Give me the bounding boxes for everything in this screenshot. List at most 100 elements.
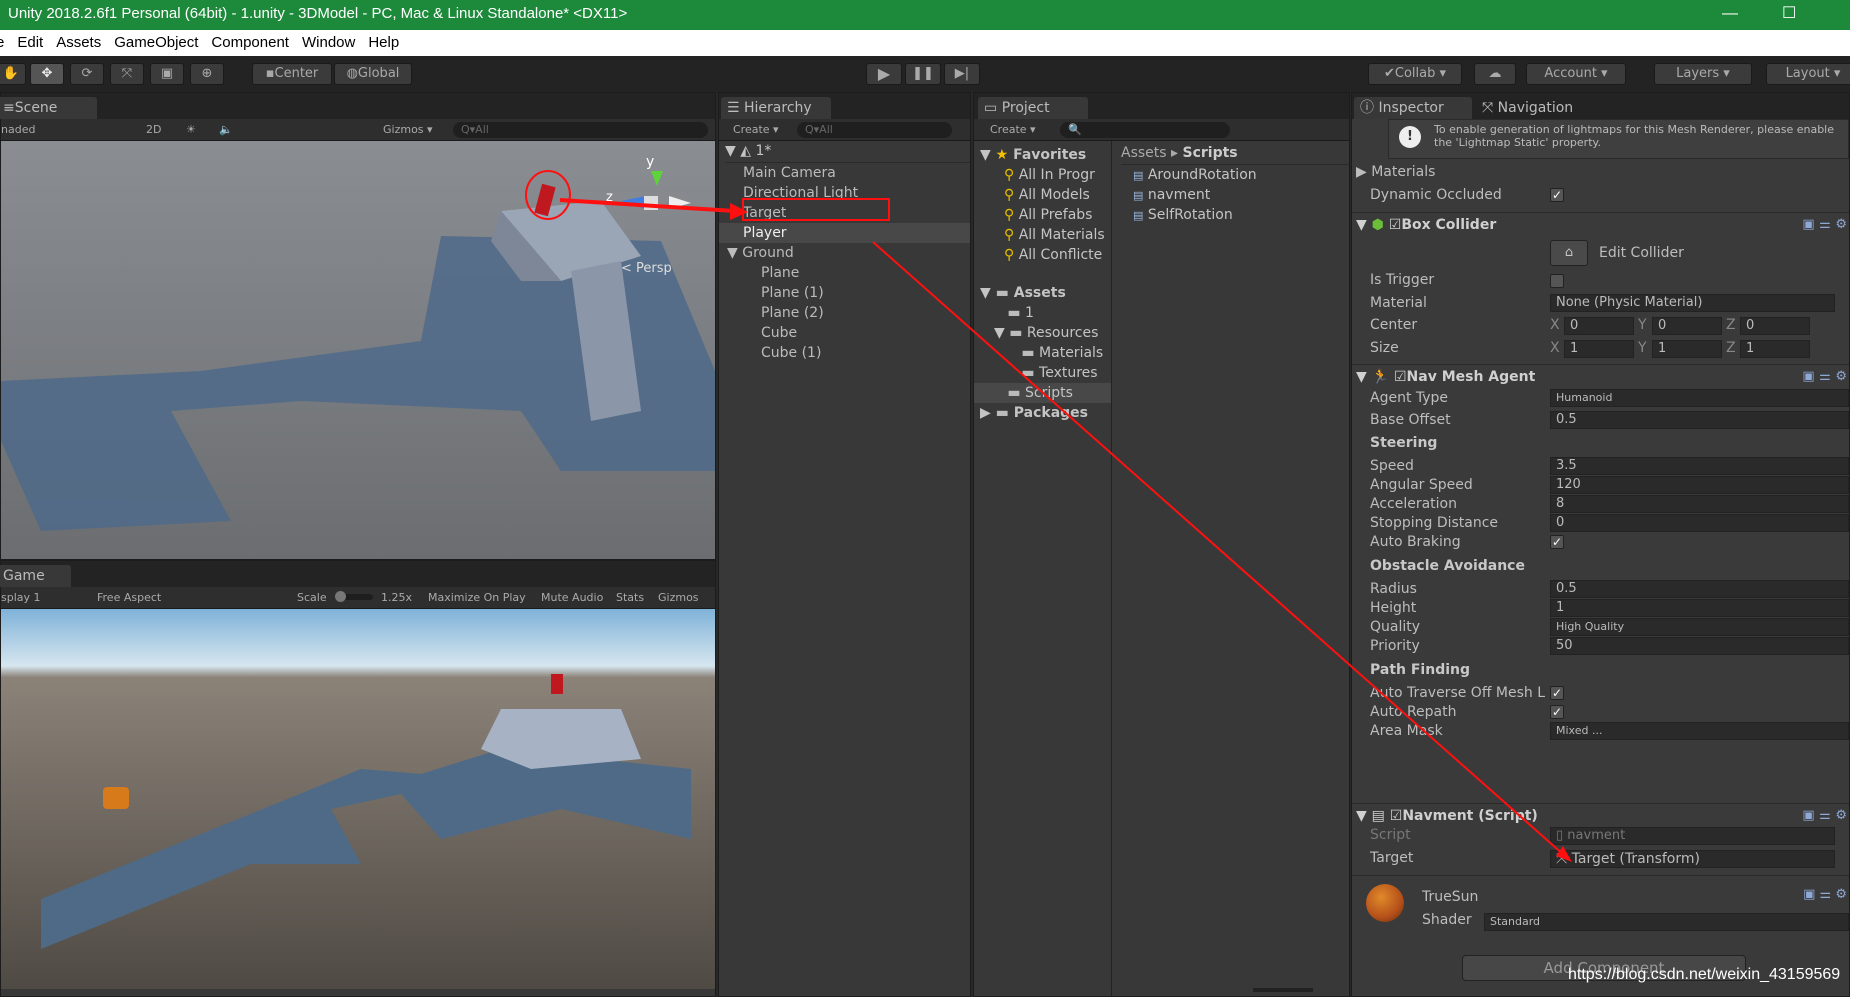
hierarchy-item[interactable]: Player	[743, 223, 787, 243]
audio-toggle-icon[interactable]: 🔈	[219, 119, 233, 141]
menu-window[interactable]: Window	[302, 34, 355, 51]
script-file[interactable]: ▤ SelfRotation	[1133, 205, 1233, 226]
pivot-center-button[interactable]: ▪Center	[252, 63, 332, 85]
project-folder[interactable]: ▼ ▬ Assets	[980, 283, 1112, 303]
rotate-tool-icon[interactable]: ⟳	[70, 63, 104, 85]
traverse-checkbox[interactable]: ✓	[1550, 686, 1564, 700]
hierarchy-item[interactable]: Main Camera	[743, 163, 836, 183]
project-folder[interactable]: ▬ Scripts	[994, 383, 1112, 403]
agent_type-dropdown[interactable]: Humanoid	[1550, 389, 1849, 407]
aspect-dropdown[interactable]: Free Aspect	[97, 587, 161, 609]
project-search-input[interactable]: 🔍	[1060, 122, 1230, 138]
tab-navigation[interactable]: ⤧ Navigation	[1476, 97, 1596, 119]
scene-viewport[interactable]: y z < Persp	[1, 141, 715, 559]
nav-agent-enabled-checkbox[interactable]: ☑	[1394, 369, 1407, 385]
size-y-field[interactable]: 1	[1652, 340, 1722, 358]
menu-file[interactable]: e	[0, 34, 4, 51]
priority-field[interactable]: 50	[1550, 637, 1849, 655]
dynamic-occluded-checkbox[interactable]: ✓	[1550, 188, 1564, 202]
repath-checkbox[interactable]: ✓	[1550, 705, 1564, 719]
script-file[interactable]: ▤ AroundRotation	[1133, 165, 1257, 186]
pivot-global-button[interactable]: ◍Global	[334, 63, 412, 85]
menu-assets[interactable]: Assets	[56, 34, 101, 51]
radius-field[interactable]: 0.5	[1550, 580, 1849, 598]
navment-enabled-checkbox[interactable]: ☑	[1390, 808, 1403, 824]
favorite-search-item[interactable]: ⚲ All Conflicte	[1004, 245, 1112, 265]
cloud-icon[interactable]: ☁	[1474, 63, 1516, 85]
transform-tool-icon[interactable]: ⊕	[190, 63, 224, 85]
box-collider-enabled-checkbox[interactable]: ☑	[1389, 217, 1402, 233]
base_offset-field[interactable]: 0.5	[1550, 411, 1849, 429]
pause-button[interactable]: ❚❚	[905, 63, 941, 85]
rect-tool-icon[interactable]: ▣	[150, 63, 184, 85]
breadcrumb-scripts[interactable]: Scripts	[1183, 145, 1238, 161]
favorite-search-item[interactable]: ⚲ All Materials	[1004, 225, 1112, 245]
account-button[interactable]: Account ▾	[1526, 63, 1626, 85]
area-dropdown[interactable]: Mixed ...	[1550, 722, 1849, 740]
physic-material-field[interactable]: None (Physic Material)	[1550, 294, 1835, 312]
project-folder[interactable]: ▬ Textures	[1008, 363, 1112, 383]
accel-field[interactable]: 8	[1550, 495, 1849, 513]
layers-button[interactable]: Layers ▾	[1654, 63, 1752, 85]
project-folder[interactable]: ▬ Materials	[1008, 343, 1112, 363]
size-x-field[interactable]: 1	[1564, 340, 1634, 358]
quality-dropdown[interactable]: High Quality	[1550, 618, 1849, 636]
hand-tool-icon[interactable]: ✋	[0, 63, 26, 85]
project-folder[interactable]: ▬ 1	[994, 303, 1112, 323]
speed-field[interactable]: 3.5	[1550, 457, 1849, 475]
script-file[interactable]: ▤ navment	[1133, 185, 1210, 206]
toggle-2d-button[interactable]: 2D	[146, 119, 161, 141]
scene-gizmos-dropdown[interactable]: Gizmos ▾	[383, 119, 433, 141]
step-button[interactable]: ▶|	[944, 63, 980, 85]
play-button[interactable]: ▶	[866, 63, 902, 85]
tab-hierarchy[interactable]: ☰ Hierarchy	[721, 97, 831, 119]
materials-foldout[interactable]: ▶ Materials	[1356, 162, 1435, 182]
menu-edit[interactable]: Edit	[17, 34, 43, 51]
tab-scene[interactable]: ≡Scene	[0, 97, 97, 119]
lighting-toggle-icon[interactable]: ☀	[186, 119, 196, 141]
size-z-field[interactable]: 1	[1740, 340, 1810, 358]
hierarchy-create-button[interactable]: Create ▾	[733, 119, 779, 141]
project-folder[interactable]: ▼ ▬ Resources	[994, 323, 1112, 343]
hierarchy-item[interactable]: Plane (2)	[761, 303, 824, 323]
stats-toggle[interactable]: Stats	[616, 587, 644, 609]
tab-game[interactable]: Game	[0, 565, 71, 587]
project-folder[interactable]: ▶ ▬ Packages	[980, 403, 1112, 423]
breadcrumb-assets[interactable]: Assets	[1121, 145, 1167, 161]
angular-field[interactable]: 120	[1550, 476, 1849, 494]
project-create-button[interactable]: Create ▾	[990, 119, 1036, 141]
icon-size-slider[interactable]	[1253, 988, 1313, 992]
edit-collider-button[interactable]: ⌂	[1550, 240, 1588, 266]
minimize-button[interactable]: —	[1722, 0, 1738, 28]
mute-audio-toggle[interactable]: Mute Audio	[541, 587, 603, 609]
scale-tool-icon[interactable]: ⤧	[110, 63, 144, 85]
favorites-folder[interactable]: ▼ ★ Favorites	[980, 145, 1086, 165]
target-field[interactable]: ⤧ Target (Transform)	[1550, 850, 1835, 868]
scene-search-input[interactable]: Q▾All	[453, 122, 708, 138]
menu-gameobject[interactable]: GameObject	[114, 34, 198, 51]
stopping-field[interactable]: 0	[1550, 514, 1849, 532]
maximize-on-play-toggle[interactable]: Maximize On Play	[428, 587, 526, 609]
maximize-button[interactable]: ☐	[1782, 0, 1796, 28]
center-x-field[interactable]: 0	[1564, 317, 1634, 335]
braking-checkbox[interactable]: ✓	[1550, 535, 1564, 549]
center-z-field[interactable]: 0	[1740, 317, 1810, 335]
scene-root[interactable]: ▼ ◭ 1*	[725, 141, 970, 163]
hierarchy-item[interactable]: ▼ Ground	[727, 243, 794, 263]
scale-slider[interactable]	[335, 591, 373, 602]
menu-component[interactable]: Component	[211, 34, 289, 51]
hierarchy-item[interactable]: Plane	[761, 263, 799, 283]
menu-help[interactable]: Help	[368, 34, 399, 51]
layout-button[interactable]: Layout ▾	[1766, 63, 1850, 85]
hierarchy-item[interactable]: Plane (1)	[761, 283, 824, 303]
nav-mesh-agent-header[interactable]: ▼ 🏃 ☑Nav Mesh Agent ▣ ⚌ ⚙	[1352, 364, 1849, 388]
favorite-search-item[interactable]: ⚲ All In Progr	[1004, 165, 1112, 185]
shader-dropdown[interactable]: Standard	[1484, 913, 1849, 931]
navment-script-header[interactable]: ▼ ▤ ☑Navment (Script) ▣ ⚌ ⚙	[1352, 803, 1849, 827]
hierarchy-item[interactable]: Cube (1)	[761, 343, 821, 363]
favorite-search-item[interactable]: ⚲ All Models	[1004, 185, 1112, 205]
hierarchy-item[interactable]: Target	[743, 203, 786, 223]
display-dropdown[interactable]: splay 1	[1, 587, 41, 609]
favorite-search-item[interactable]: ⚲ All Prefabs	[1004, 205, 1112, 225]
tab-project[interactable]: ▭ Project	[978, 97, 1088, 119]
